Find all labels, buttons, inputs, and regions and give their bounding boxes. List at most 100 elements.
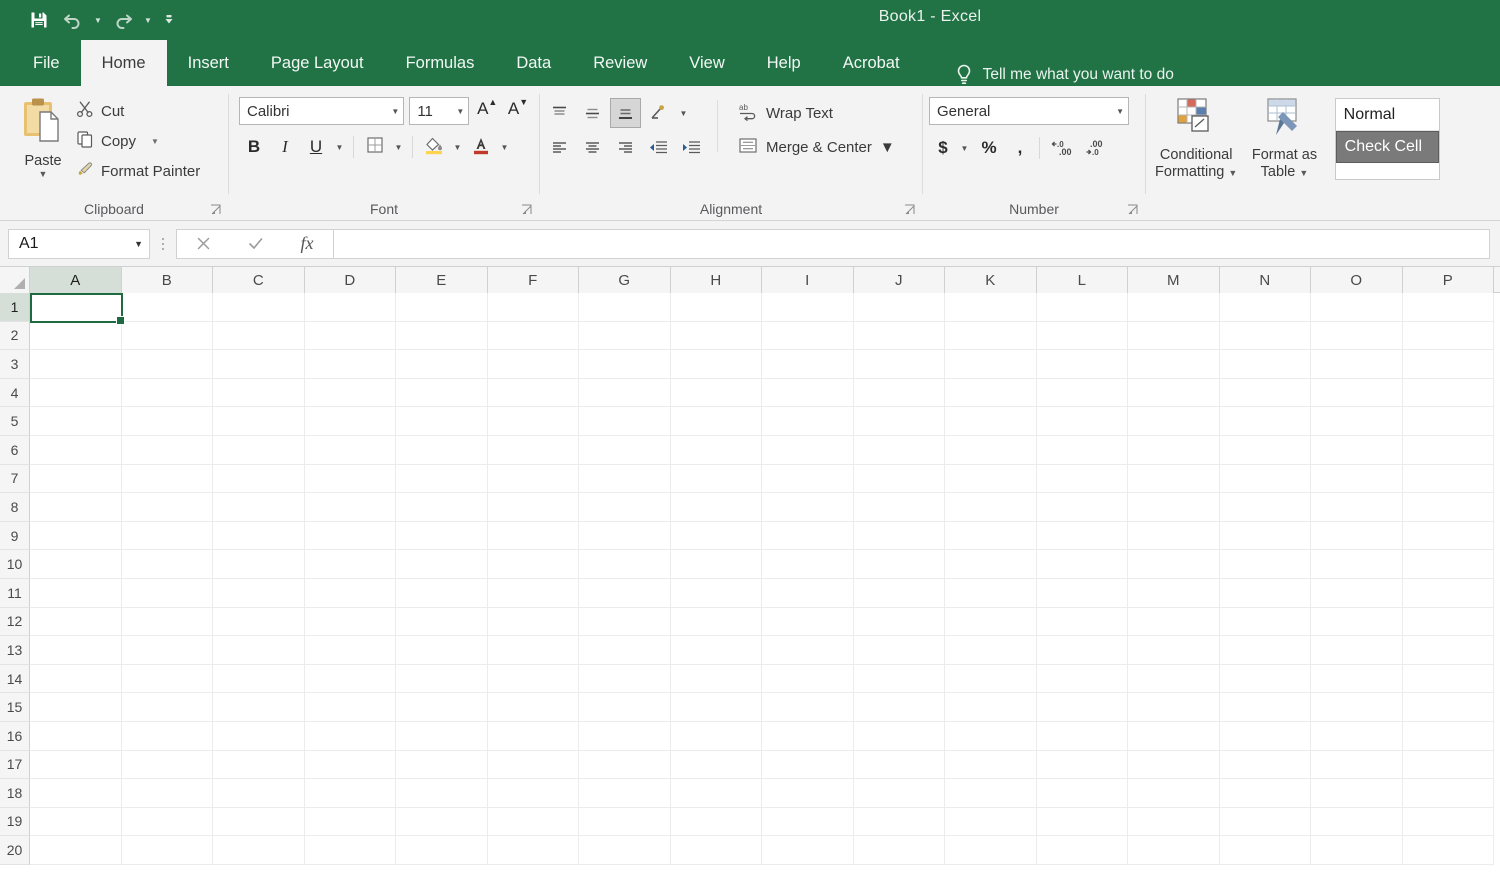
grid-cell[interactable] [762, 550, 854, 579]
grid-cell[interactable] [579, 407, 671, 436]
grid-cell[interactable] [853, 350, 945, 379]
grid-cell[interactable] [762, 636, 854, 665]
column-header-A[interactable]: A [30, 267, 122, 293]
grid-cell[interactable] [762, 578, 854, 608]
grid-cell[interactable] [1128, 607, 1220, 637]
grid-cell[interactable] [487, 750, 579, 780]
grid-cell[interactable] [396, 293, 488, 322]
decrease-indent-button[interactable] [643, 132, 674, 162]
grid-cell[interactable] [304, 693, 396, 722]
grid-cell[interactable] [396, 578, 488, 608]
formula-input[interactable] [333, 228, 1490, 259]
grid-cell[interactable] [213, 636, 305, 665]
column-header-E[interactable]: E [396, 267, 488, 293]
fill-color-button[interactable] [419, 132, 449, 162]
grid-cell[interactable] [945, 378, 1037, 408]
tab-view[interactable]: View [668, 40, 745, 86]
row-header-7[interactable]: 7 [0, 464, 30, 494]
row-header-18[interactable]: 18 [0, 779, 30, 808]
grid-cell[interactable] [1311, 807, 1403, 837]
chevron-down-icon[interactable]: ▼ [1299, 168, 1308, 178]
grid-cell[interactable] [1128, 636, 1220, 665]
grid-cell[interactable] [304, 807, 396, 837]
grid-cell[interactable] [396, 435, 488, 465]
grid-cell[interactable] [579, 493, 671, 522]
grid-cell[interactable] [1219, 321, 1311, 351]
grid-cell[interactable] [1311, 636, 1403, 665]
grid-cell[interactable] [1402, 664, 1494, 694]
grid-cell[interactable] [121, 435, 213, 465]
grid-cell[interactable] [853, 521, 945, 551]
grid-cell[interactable] [1402, 807, 1494, 837]
grid-cell[interactable] [579, 779, 671, 808]
check-icon[interactable] [229, 230, 281, 258]
grid-cell[interactable] [579, 836, 671, 865]
grid-cell[interactable] [579, 578, 671, 608]
grid-cell[interactable] [1311, 293, 1403, 322]
clipboard-dialog-launcher-icon[interactable] [210, 203, 222, 215]
grid-cell[interactable] [945, 293, 1037, 322]
grid-cell[interactable] [945, 350, 1037, 379]
grid-cell[interactable] [304, 521, 396, 551]
grid-cell[interactable] [30, 350, 122, 379]
grid-cell[interactable] [579, 664, 671, 694]
grid-cell[interactable] [1128, 664, 1220, 694]
tab-help[interactable]: Help [746, 40, 822, 86]
fill-color-dropdown-icon[interactable]: ▼ [450, 132, 465, 162]
grid-cell[interactable] [1036, 407, 1128, 436]
tab-insert[interactable]: Insert [167, 40, 250, 86]
grid-cell[interactable] [762, 693, 854, 722]
grid-cell[interactable] [1128, 836, 1220, 865]
grid-cell[interactable] [853, 493, 945, 522]
grid-cell[interactable] [1128, 693, 1220, 722]
grid-cell[interactable] [30, 750, 122, 780]
grid-cell[interactable] [1311, 521, 1403, 551]
grid-cell[interactable] [579, 550, 671, 579]
grid-cell[interactable] [213, 321, 305, 351]
grid-cell[interactable] [1402, 493, 1494, 522]
grid-cell[interactable] [121, 293, 213, 322]
grid-cell[interactable] [945, 407, 1037, 436]
grid-cell[interactable] [1128, 435, 1220, 465]
grid-cell[interactable] [1311, 350, 1403, 379]
bold-button[interactable]: B [239, 132, 269, 162]
grid-cell[interactable] [762, 435, 854, 465]
grid-cell[interactable] [487, 407, 579, 436]
grid-cell[interactable] [945, 464, 1037, 494]
grid-cell[interactable] [304, 607, 396, 637]
grid-cell[interactable] [670, 693, 762, 722]
increase-font-size-button[interactable]: A ▲ [474, 97, 500, 125]
grid-cell[interactable] [1036, 807, 1128, 837]
number-format-combo[interactable]: General ▼ [929, 97, 1129, 125]
grid-cell[interactable] [1402, 836, 1494, 865]
grid-cell[interactable] [1402, 750, 1494, 780]
grid-cell[interactable] [579, 693, 671, 722]
paste-dropdown-icon[interactable]: ▼ [39, 169, 48, 179]
tab-page-layout[interactable]: Page Layout [250, 40, 385, 86]
grid-cell[interactable] [579, 807, 671, 837]
grid-cell[interactable] [1219, 607, 1311, 637]
increase-decimal-button[interactable]: .0 .00 [1045, 133, 1079, 163]
row-header-16[interactable]: 16 [0, 721, 30, 751]
grid-cell[interactable] [945, 578, 1037, 608]
grid-cell[interactable] [304, 664, 396, 694]
grid-cell[interactable] [304, 493, 396, 522]
grid-cell[interactable] [487, 578, 579, 608]
row-header-9[interactable]: 9 [0, 521, 30, 551]
grid-cell[interactable] [853, 321, 945, 351]
column-header-L[interactable]: L [1036, 267, 1128, 293]
grid-cell[interactable] [1311, 750, 1403, 780]
conditional-formatting-button[interactable]: Conditional Formatting ▼ [1152, 92, 1240, 182]
grid-cell[interactable] [487, 664, 579, 694]
grid-cell[interactable] [670, 350, 762, 379]
grid-cell[interactable] [396, 807, 488, 837]
grid-cell[interactable] [853, 750, 945, 780]
grid-cell[interactable] [213, 378, 305, 408]
column-header-G[interactable]: G [579, 267, 671, 293]
grid-cell[interactable] [1219, 493, 1311, 522]
grid-cell[interactable] [396, 464, 488, 494]
grid-cell[interactable] [487, 550, 579, 579]
grid-cell[interactable] [121, 664, 213, 694]
grid-cell[interactable] [579, 378, 671, 408]
grid-cell[interactable] [487, 293, 579, 322]
